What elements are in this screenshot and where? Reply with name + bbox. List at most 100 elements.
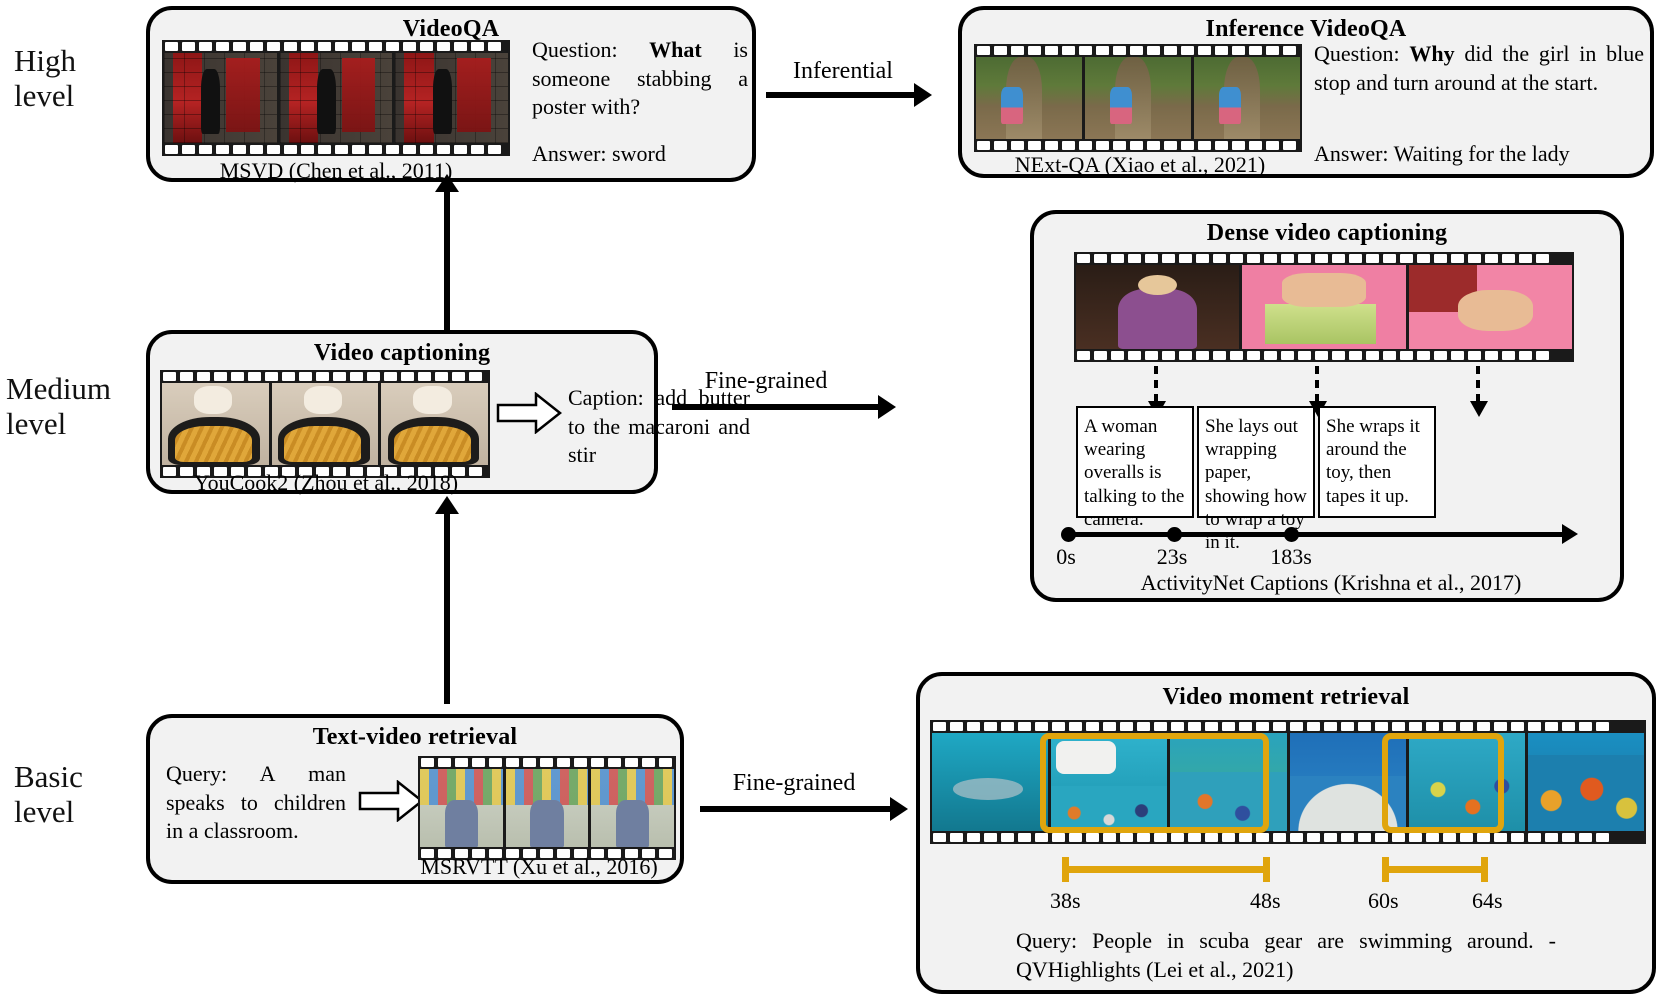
moment-span-start-2: 60s: [1368, 888, 1399, 913]
video-frame: [932, 733, 1049, 831]
transition-label-fine-grained-medium: Fine-grained: [704, 368, 828, 394]
video-frame: [1076, 265, 1240, 349]
video-frame: [591, 769, 675, 847]
filmstrip-frames: [930, 733, 1646, 831]
filmstrip-activitynet: [1074, 252, 1574, 362]
inference-videoqa-question: Question: Why did the girl in blue stop …: [1314, 40, 1644, 97]
level-label-basic-line1: Basic: [14, 759, 83, 794]
vertical-arrow-medium-to-high: [435, 174, 459, 330]
panel-video-captioning-title: Video captioning: [313, 340, 491, 366]
panel-text-video-retrieval: Text-video retrieval Query: A man speaks…: [146, 714, 684, 884]
maps-to-arrow-icon: [358, 780, 424, 822]
timeline-marker: [1061, 527, 1076, 542]
level-label-basic-line2: level: [14, 793, 75, 829]
dataset-caption-activitynet: ActivityNet Captions (Krishna et al., 20…: [1140, 570, 1522, 595]
transition-label-inferential: Inferential: [793, 58, 893, 84]
panel-videoqa: VideoQA MSVD (Chen et al., 2011) Questio…: [146, 6, 756, 183]
video-frame: [1527, 733, 1645, 831]
videoqa-answer: Answer: sword: [532, 141, 666, 166]
transition-arrow-inferential: [766, 83, 932, 107]
moment-span-end-1: 48s: [1250, 888, 1281, 913]
question-keyword: What: [649, 37, 702, 62]
filmstrip-perforations-top: [1074, 252, 1574, 265]
timeline-label: 183s: [1270, 544, 1312, 569]
segment-link-arrow-1: [1148, 366, 1166, 417]
video-frame: [976, 57, 1082, 139]
video-caption-text: Caption: add butter to the macaroni and …: [568, 385, 750, 468]
level-label-medium-line1: Medium: [6, 371, 112, 406]
filmstrip-perforations-top: [418, 756, 676, 769]
question-prefix: Question:: [532, 37, 618, 62]
inference-videoqa-answer: Answer: Waiting for the lady: [1314, 141, 1570, 166]
video-frame: [271, 383, 379, 465]
panel-dense-video-captioning: Dense video captioning A woman wearing o…: [1030, 210, 1624, 602]
transition-arrow-fine-grained-basic: [700, 797, 908, 821]
filmstrip-frames: [974, 57, 1302, 139]
video-frame: [1289, 733, 1406, 831]
video-frame: [1051, 733, 1168, 831]
segment-link-arrow-3: [1470, 366, 1488, 417]
timeline-label: 0s: [1056, 544, 1076, 569]
level-label-medium-line2: level: [6, 405, 67, 441]
filmstrip-perforations-bottom: [974, 139, 1302, 152]
filmstrip-perforations-bottom: [1074, 349, 1574, 362]
filmstrip-msrvtt: [418, 756, 676, 860]
video-frame: [381, 383, 489, 465]
filmstrip-perforations-top: [974, 44, 1302, 57]
filmstrip-perforations-top: [162, 40, 510, 53]
dataset-caption-nextqa: NExt-QA (Xiao et al., 2021): [1014, 152, 1266, 177]
video-frame: [395, 53, 509, 143]
videoqa-question: Question: What is someone stabbing a pos…: [532, 36, 748, 122]
dense-caption-segment: A woman wearing overalls is talking to t…: [1076, 406, 1194, 530]
dataset-caption-youcook2: YouCook2 (Zhou et al., 2018): [193, 470, 459, 495]
video-frame: [420, 769, 503, 847]
panel-inference-videoqa-title: Inference VideoQA: [1205, 16, 1407, 42]
filmstrip-frames: [418, 769, 676, 847]
video-frame: [1194, 57, 1300, 139]
dense-caption-timeline: [1064, 524, 1578, 544]
filmstrip-perforations-top: [160, 370, 490, 383]
moment-span-bar-1: [1062, 857, 1270, 882]
filmstrip-frames: [162, 53, 510, 143]
filmstrip-frames: [1074, 265, 1574, 349]
filmstrip-youcook2: [160, 370, 490, 478]
video-frame: [1242, 265, 1406, 349]
dense-caption-segment: She wraps it around the toy, then tapes …: [1318, 406, 1436, 518]
video-frame: [279, 53, 393, 143]
panel-video-captioning: Video captioning YouCook2 (Zhou et al., …: [146, 330, 750, 495]
segment-link-arrow-2: [1309, 366, 1327, 417]
panel-video-moment-retrieval-title: Video moment retrieval: [1162, 684, 1410, 710]
level-label-basic: Basic level: [14, 759, 83, 829]
transition-label-fine-grained-basic: Fine-grained: [732, 770, 856, 796]
moment-span-start-1: 38s: [1050, 888, 1081, 913]
text-video-retrieval-query: Query: A man speaks to children in a cla…: [166, 761, 346, 844]
maps-to-arrow-icon: [496, 392, 562, 434]
video-frame: [1085, 57, 1191, 139]
video-frame: [1408, 265, 1572, 349]
dataset-caption-msrvtt: MSRVTT (Xu et al., 2016): [420, 854, 658, 879]
filmstrip-perforations-top: [930, 720, 1646, 733]
timeline-marker: [1167, 527, 1182, 542]
dense-caption-segment: She lays out wrapping paper, showing how…: [1197, 406, 1315, 553]
vertical-arrow-basic-to-medium: [435, 496, 459, 704]
moment-span-end-2: 64s: [1472, 888, 1503, 913]
filmstrip-qvhighlights: [930, 720, 1646, 844]
filmstrip-msvd: [162, 40, 510, 156]
question-prefix: Question:: [1314, 41, 1400, 66]
video-frame: [162, 383, 269, 465]
level-label-medium: Medium level: [6, 371, 112, 441]
panel-text-video-retrieval-title: Text-video retrieval: [312, 724, 518, 750]
panel-video-moment-retrieval: Video moment retrieval 38s 48s 60s 64s Q…: [916, 672, 1656, 994]
moment-span-bar-2: [1382, 857, 1488, 882]
moment-retrieval-query: Query: People in scuba gear are swimming…: [1016, 928, 1556, 983]
timeline-marker: [1284, 527, 1299, 542]
filmstrip-nextqa: [974, 44, 1302, 152]
level-label-high: High level: [14, 43, 76, 113]
video-frame: [1408, 733, 1525, 831]
level-label-high-line2: level: [14, 77, 75, 113]
panel-inference-videoqa: Inference VideoQA NExt-QA (Xiao et al., …: [958, 6, 1654, 178]
video-frame: [164, 53, 277, 143]
video-frame: [505, 769, 589, 847]
filmstrip-perforations-bottom: [930, 831, 1646, 844]
question-keyword: Why: [1409, 41, 1455, 66]
